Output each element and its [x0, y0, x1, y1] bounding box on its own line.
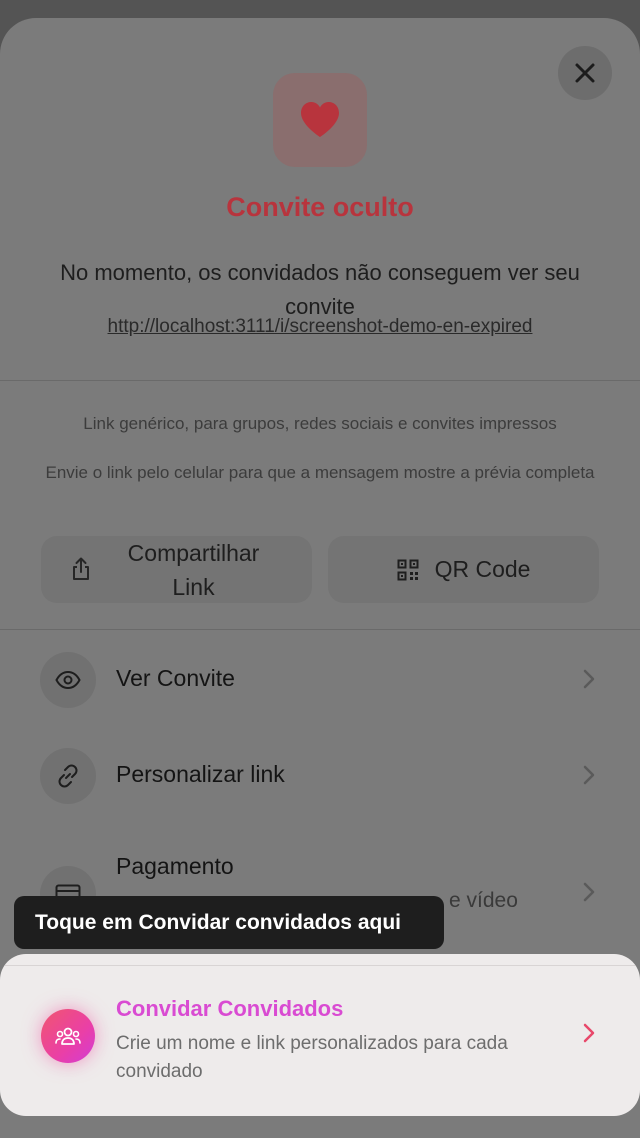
- menu-icon-circle: [40, 652, 96, 708]
- close-button[interactable]: [558, 46, 612, 100]
- onboarding-tooltip: Toque em Convidar convidados aqui: [14, 896, 444, 949]
- qr-code-label: QR Code: [434, 556, 531, 582]
- heart-icon: [301, 102, 339, 137]
- card-divider: [0, 965, 640, 966]
- page-title: Convite oculto: [226, 192, 414, 222]
- link-icon: [58, 764, 78, 788]
- invite-guests-card[interactable]: Convidar Convidados Crie um nome e link …: [0, 954, 640, 1116]
- chevron-right-icon: [583, 1023, 595, 1043]
- menu-item-customize-link[interactable]: Personalizar link: [40, 748, 600, 806]
- menu-item-sublabel: e vídeo: [449, 889, 518, 912]
- section-divider: [0, 629, 640, 630]
- menu-item-label: Pagamento: [116, 853, 234, 879]
- eye-icon: [55, 671, 81, 689]
- share-link-button[interactable]: Compartilhar Link: [41, 536, 312, 603]
- invite-guests-description: Crie um nome e link personalizados para …: [116, 1033, 508, 1082]
- menu-icon-circle: [40, 748, 96, 804]
- invite-url-link[interactable]: http://localhost:3111/i/screenshot-demo-…: [0, 316, 640, 338]
- status-description: No momento, os convidados não conseguem …: [60, 260, 580, 319]
- menu-item-view-invite[interactable]: Ver Convite: [40, 652, 600, 710]
- share-icon: [71, 557, 91, 587]
- qr-code-button[interactable]: QR Code: [328, 536, 599, 603]
- hidden-invite-badge: [273, 73, 367, 167]
- share-link-label: Compartilhar Link: [127, 539, 260, 600]
- close-icon: [575, 63, 595, 83]
- chevron-right-icon: [583, 669, 595, 689]
- qr-code-icon: [397, 559, 419, 581]
- chevron-right-icon: [583, 882, 595, 902]
- section-divider: [0, 380, 640, 381]
- mobile-share-hint: Envie o link pelo celular para que a men…: [45, 463, 595, 482]
- group-icon: [55, 1027, 81, 1045]
- invite-guests-title: Convidar Convidados: [116, 996, 344, 1021]
- menu-item-label: Personalizar link: [116, 761, 285, 787]
- invite-guests-icon-circle: [41, 1009, 95, 1063]
- menu-item-label: Ver Convite: [116, 665, 235, 691]
- chevron-right-icon: [583, 765, 595, 785]
- generic-link-hint: Link genérico, para grupos, redes sociai…: [83, 414, 557, 433]
